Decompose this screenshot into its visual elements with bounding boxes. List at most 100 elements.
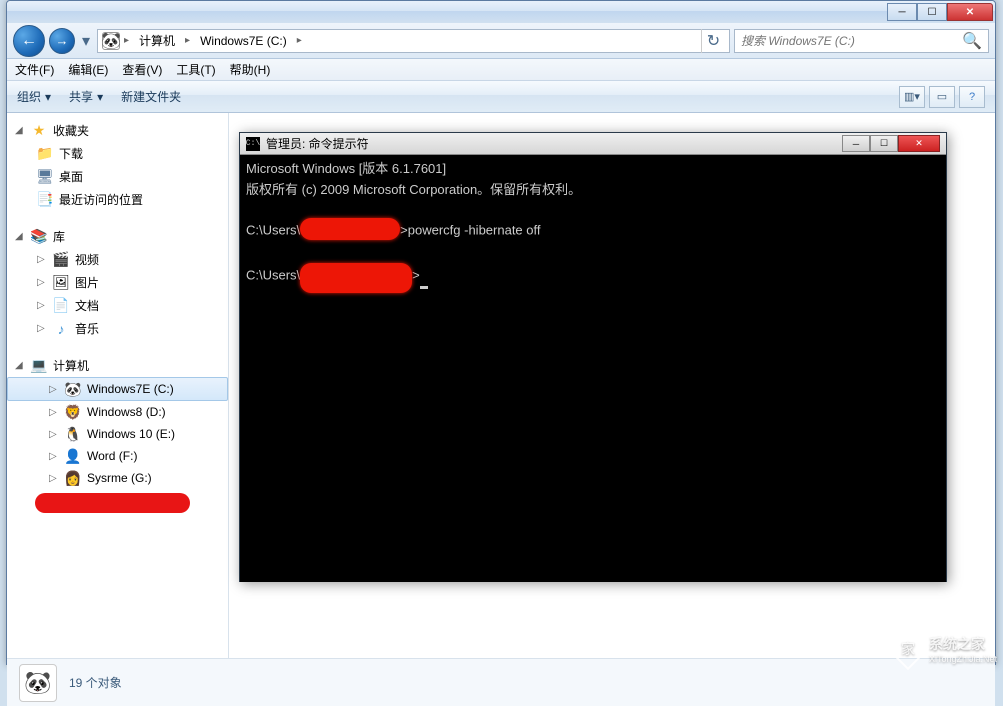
toolbar: 组织 ▾ 共享 ▾ 新建文件夹 ▥▾ ▭ ?	[7, 81, 995, 113]
panda-icon: 🐼	[19, 664, 57, 702]
sidebar: ◢ ★ 收藏夹 📁下载 🖥桌面 📑最近访问的位置 ◢ 📚 库 ▷🎬视频 ▷🖼图片…	[7, 113, 229, 658]
panda-icon: 🐼	[65, 381, 81, 397]
computer-header[interactable]: ◢ 💻 计算机	[7, 354, 228, 377]
menu-bar: 文件(F) 编辑(E) 查看(V) 工具(T) 帮助(H)	[7, 59, 995, 81]
cmd-line: 版权所有 (c) 2009 Microsoft Corporation。保留所有…	[246, 182, 581, 197]
organize-button[interactable]: 组织 ▾	[17, 88, 51, 105]
newfolder-button[interactable]: 新建文件夹	[121, 88, 181, 105]
sidebar-downloads[interactable]: 📁下载	[7, 142, 228, 165]
collapse-icon: ◢	[15, 231, 25, 242]
cmd-title-text: 管理员: 命令提示符	[266, 135, 369, 152]
title-bar: ─ ☐ ✕	[7, 1, 995, 23]
sidebar-videos[interactable]: ▷🎬视频	[7, 248, 228, 271]
search-icon: 🔍	[962, 31, 982, 51]
expand-icon: ▷	[37, 254, 47, 265]
sidebar-drive-g[interactable]: ▷👩Sysrme (G:)	[7, 467, 228, 489]
cmd-body[interactable]: Microsoft Windows [版本 6.1.7601] 版权所有 (c)…	[240, 155, 946, 582]
drive-icon: 👤	[65, 448, 81, 464]
cmd-maximize-button[interactable]: ☐	[870, 135, 898, 152]
menu-file[interactable]: 文件(F)	[15, 61, 54, 78]
redacted-username	[300, 218, 400, 240]
menu-help[interactable]: 帮助(H)	[230, 61, 271, 78]
watermark-logo: 家	[887, 628, 929, 670]
search-box[interactable]: 🔍	[734, 29, 989, 53]
favorites-header[interactable]: ◢ ★ 收藏夹	[7, 119, 228, 142]
watermark: 家 系统之家 XiTongZhiJia.Net	[893, 634, 997, 664]
sidebar-desktop[interactable]: 🖥桌面	[7, 165, 228, 188]
sidebar-drive-c[interactable]: ▷🐼Windows7E (C:)	[7, 377, 228, 401]
cmd-title-bar[interactable]: C:\ 管理员: 命令提示符 ─ ☐ ✕	[240, 133, 946, 155]
breadcrumb-computer[interactable]: 计算机	[133, 30, 181, 52]
expand-icon: ▷	[37, 300, 47, 311]
sidebar-music[interactable]: ▷♪音乐	[7, 317, 228, 340]
folder-icon: 📁	[37, 146, 53, 162]
favorites-label: 收藏夹	[53, 122, 89, 139]
document-icon: 📄	[53, 298, 69, 314]
favorites-group: ◢ ★ 收藏夹 📁下载 🖥桌面 📑最近访问的位置	[7, 119, 228, 211]
status-count: 19 个对象	[69, 674, 122, 691]
drive-icon: 👩	[65, 470, 81, 486]
chevron-right-icon: ▸	[183, 35, 192, 46]
desktop-icon: 🖥	[37, 169, 53, 185]
redacted-item	[35, 493, 190, 513]
drive-icon: 🐧	[65, 426, 81, 442]
forward-button[interactable]: →	[49, 28, 75, 54]
chevron-down-icon: ▾	[97, 90, 103, 104]
chevron-right-icon: ▸	[295, 35, 304, 46]
cmd-window: C:\ 管理员: 命令提示符 ─ ☐ ✕ Microsoft Windows […	[239, 132, 947, 582]
music-icon: ♪	[53, 321, 69, 337]
expand-icon: ▷	[37, 323, 47, 334]
menu-view[interactable]: 查看(V)	[122, 61, 162, 78]
search-input[interactable]	[741, 34, 962, 48]
computer-icon: 💻	[31, 358, 47, 374]
computer-group: ◢ 💻 计算机 ▷🐼Windows7E (C:) ▷🦁Windows8 (D:)…	[7, 354, 228, 513]
watermark-sub: XiTongZhiJia.Net	[929, 654, 997, 664]
nav-history-dropdown[interactable]: ▾	[79, 31, 93, 51]
cmd-line: Microsoft Windows [版本 6.1.7601]	[246, 161, 446, 176]
maximize-button[interactable]: ☐	[917, 3, 947, 21]
expand-icon: ▷	[49, 451, 59, 462]
cursor	[420, 286, 428, 289]
breadcrumb-drive[interactable]: Windows7E (C:)	[194, 30, 293, 52]
minimize-button[interactable]: ─	[887, 3, 917, 21]
refresh-button[interactable]: ↻	[701, 29, 725, 53]
libraries-header[interactable]: ◢ 📚 库	[7, 225, 228, 248]
sidebar-pictures[interactable]: ▷🖼图片	[7, 271, 228, 294]
sidebar-drive-f[interactable]: ▷👤Word (F:)	[7, 445, 228, 467]
cmd-prompt: C:\Users\	[246, 267, 300, 282]
expand-icon: ▷	[37, 277, 47, 288]
breadcrumb[interactable]: 🐼 ▸ 计算机 ▸ Windows7E (C:) ▸ ↻	[97, 29, 730, 53]
chevron-down-icon: ▾	[45, 90, 51, 104]
view-option-button[interactable]: ▥▾	[899, 86, 925, 108]
sidebar-recent[interactable]: 📑最近访问的位置	[7, 188, 228, 211]
share-button[interactable]: 共享 ▾	[69, 88, 103, 105]
cmd-close-button[interactable]: ✕	[898, 135, 940, 152]
preview-pane-button[interactable]: ▭	[929, 86, 955, 108]
picture-icon: 🖼	[53, 275, 69, 291]
collapse-icon: ◢	[15, 360, 25, 371]
cmd-window-buttons: ─ ☐ ✕	[842, 135, 940, 152]
recent-icon: 📑	[37, 192, 53, 208]
drive-icon: 🦁	[65, 404, 81, 420]
menu-edit[interactable]: 编辑(E)	[68, 61, 108, 78]
menu-tools[interactable]: 工具(T)	[176, 61, 215, 78]
cmd-minimize-button[interactable]: ─	[842, 135, 870, 152]
toolbar-right: ▥▾ ▭ ?	[899, 86, 985, 108]
expand-icon: ▷	[49, 384, 59, 395]
status-bar: 🐼 19 个对象	[7, 658, 995, 706]
chevron-right-icon: ▸	[122, 35, 131, 46]
nav-row: ← → ▾ 🐼 ▸ 计算机 ▸ Windows7E (C:) ▸ ↻ 🔍	[7, 23, 995, 59]
cmd-prompt-tail: >	[412, 267, 420, 282]
sidebar-documents[interactable]: ▷📄文档	[7, 294, 228, 317]
sidebar-drive-e[interactable]: ▷🐧Windows 10 (E:)	[7, 423, 228, 445]
watermark-text: 系统之家	[929, 634, 997, 654]
close-button[interactable]: ✕	[947, 3, 993, 21]
help-button[interactable]: ?	[959, 86, 985, 108]
drive-icon: 🐼	[102, 32, 120, 50]
redacted-username	[300, 263, 412, 293]
back-button[interactable]: ←	[13, 25, 45, 57]
cmd-command: >powercfg -hibernate off	[400, 222, 540, 237]
sidebar-drive-d[interactable]: ▷🦁Windows8 (D:)	[7, 401, 228, 423]
expand-icon: ▷	[49, 473, 59, 484]
star-icon: ★	[31, 123, 47, 139]
